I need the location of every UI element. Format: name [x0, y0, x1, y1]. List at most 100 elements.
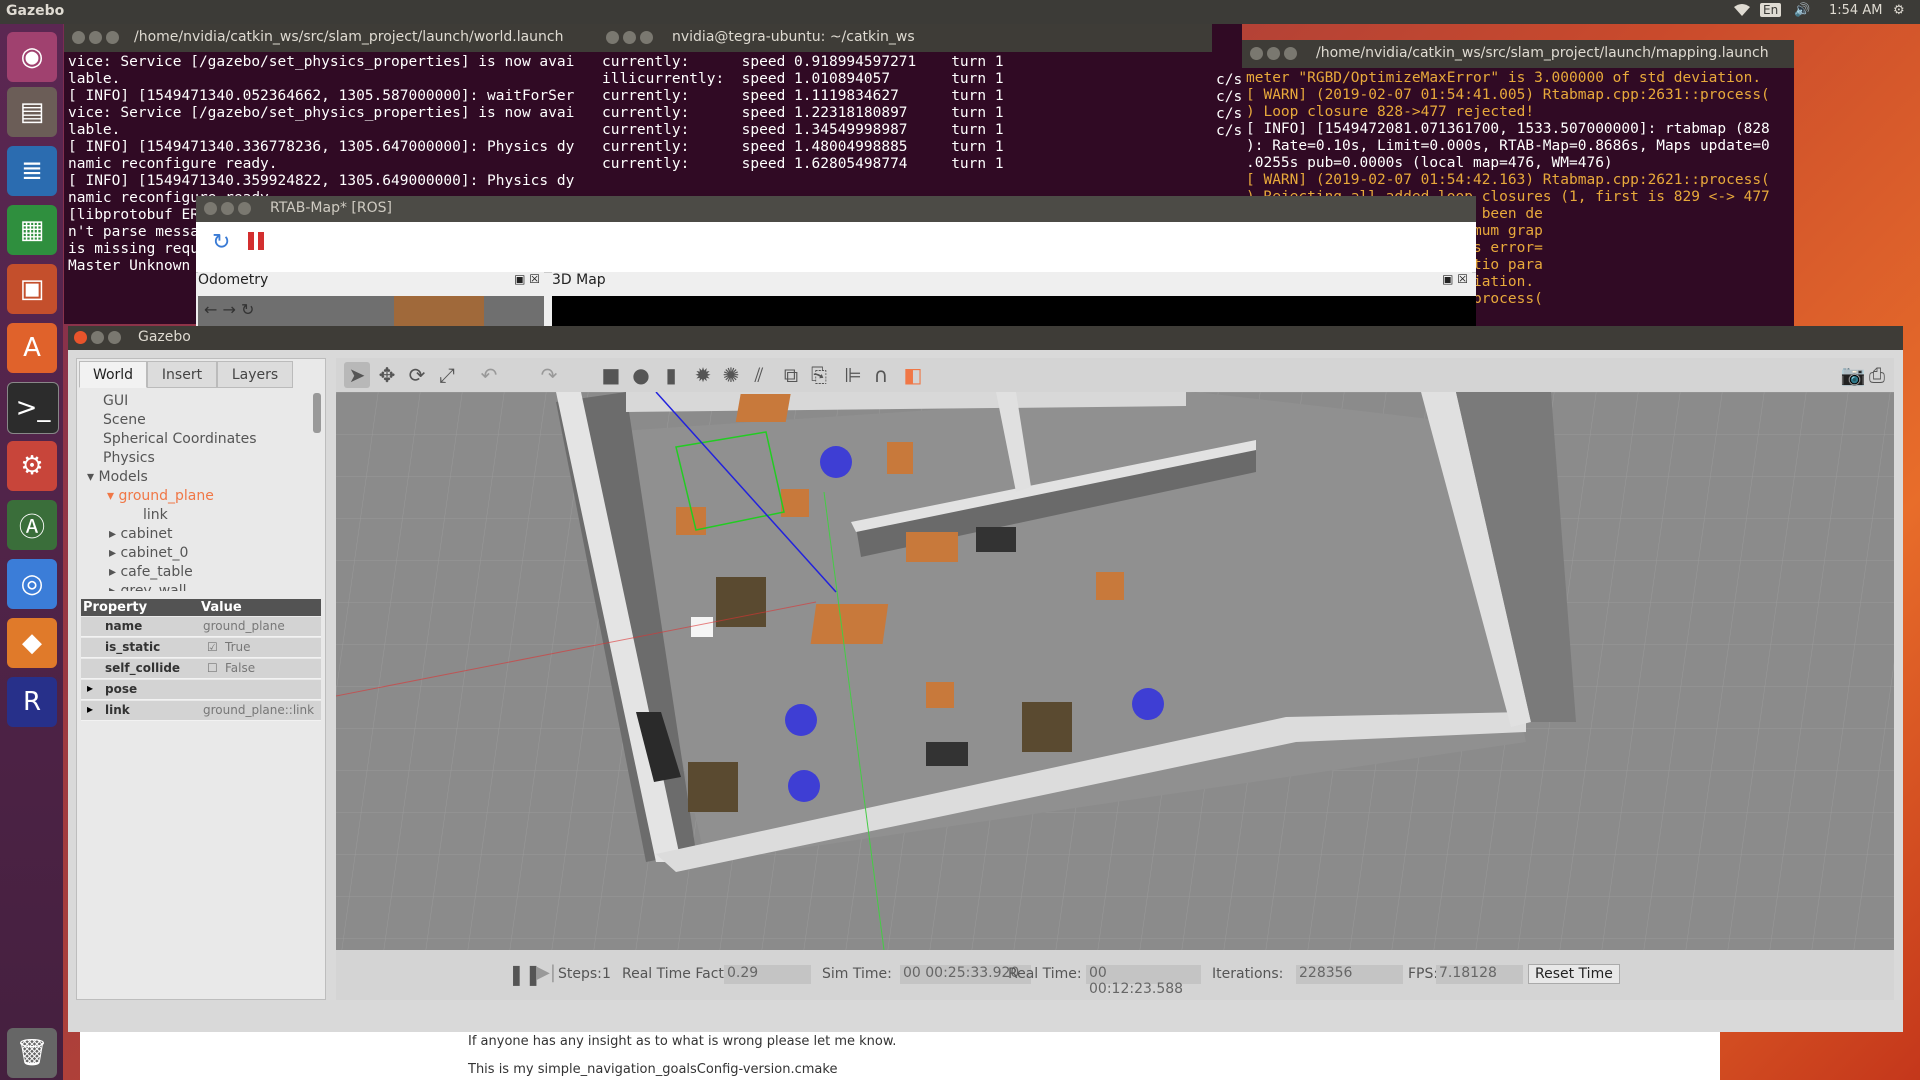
tree-item-link[interactable]: link: [143, 507, 168, 523]
select-mode-icon[interactable]: ➤: [344, 362, 370, 388]
terminal-titlebar[interactable]: /home/nvidia/catkin_ws/src/slam_project/…: [1242, 40, 1794, 68]
gazebo-titlebar[interactable]: Gazebo: [68, 326, 1903, 350]
tree-item-spherical-coordinates[interactable]: Spherical Coordinates: [103, 431, 257, 447]
top-panel: Gazebo En 🔊 1:54 AM ⚙: [0, 0, 1920, 24]
terminal-output: currently: speed 0.918994597271 turn 1 il…: [598, 52, 1238, 175]
terminal-line: currently: speed 1.22318180897 turn 1: [602, 105, 1004, 121]
tree-scrollbar[interactable]: [313, 393, 321, 433]
world-panel: World Insert Layers GUI Scene Spherical …: [76, 358, 326, 1000]
calc-icon[interactable]: ▦: [7, 205, 57, 255]
expand-arrow-icon: ▸: [87, 681, 94, 695]
change-view-icon[interactable]: ◧: [900, 362, 926, 388]
tree-item-grey-wall[interactable]: ▸ grey_wall: [109, 583, 187, 591]
window-controls[interactable]: [204, 202, 255, 219]
rtabmap-window[interactable]: RTAB-Map* [ROS] ↻ Odometry ▣ ☒ 3D Map ▣ …: [196, 196, 1476, 326]
gear-icon[interactable]: ⚙: [1893, 3, 1905, 18]
pause-icon[interactable]: [248, 232, 254, 250]
tree-item-physics[interactable]: Physics: [103, 450, 155, 466]
redo-icon[interactable]: ↷: [536, 362, 562, 388]
3d-scene-view[interactable]: [336, 392, 1894, 950]
box-shape-icon[interactable]: ■: [598, 362, 624, 388]
software-icon[interactable]: A: [7, 323, 57, 373]
scale-mode-icon[interactable]: ⤢: [434, 362, 460, 388]
settings-icon[interactable]: ⚙: [7, 441, 57, 491]
terminal-line: [ INFO] [1549472081.071361700, 1533.5070…: [1246, 121, 1770, 137]
checkbox-unchecked[interactable]: ☐: [207, 661, 218, 675]
prop-row-link[interactable]: ▸ link ground_plane::link: [81, 701, 321, 721]
translate-mode-icon[interactable]: ✥: [374, 362, 400, 388]
tree-item-ground-plane[interactable]: ▾ ground_plane: [107, 488, 214, 504]
gazebo-window[interactable]: Gazebo World Insert Layers GUI Scene Sph…: [68, 326, 1903, 1032]
terminal-line-fragment: c/s: [1216, 106, 1242, 122]
prop-row-name[interactable]: name ground_plane: [81, 617, 321, 637]
tree-item-gui[interactable]: GUI: [103, 393, 128, 409]
clock[interactable]: 1:54 AM: [1829, 3, 1882, 18]
paste-icon[interactable]: ⎘: [806, 362, 832, 388]
window-controls[interactable]: [72, 31, 123, 49]
terminal-titlebar[interactable]: nvidia@tegra-ubuntu: ~/catkin_ws: [598, 24, 1238, 52]
spot-light-icon[interactable]: ✺: [718, 362, 744, 388]
tree-item-cafe-table[interactable]: ▸ cafe_table: [109, 564, 193, 580]
tree-item-cabinet[interactable]: ▸ cabinet: [109, 526, 173, 542]
browser-nav-icons[interactable]: ← → ↻: [204, 300, 254, 319]
map-dock-header[interactable]: 3D Map ▣ ☒: [552, 272, 1472, 294]
tab-insert[interactable]: Insert: [147, 361, 217, 388]
terminal-icon[interactable]: >_: [7, 382, 59, 434]
keyboard-layout-indicator[interactable]: En: [1760, 3, 1782, 17]
screenshot-icon[interactable]: 📷: [1840, 362, 1866, 388]
directional-light-icon[interactable]: ⫽: [746, 362, 772, 388]
ubuntu-icon[interactable]: ◉: [7, 32, 57, 82]
volume-icon[interactable]: 🔊: [1794, 3, 1810, 18]
scene-render: [336, 392, 1894, 950]
tab-layers[interactable]: Layers: [217, 361, 293, 388]
steps-spinbox[interactable]: 1: [602, 966, 611, 982]
terminal-line: [ WARN] (2019-02-07 01:54:42.163) Rtabma…: [1246, 172, 1770, 188]
log-icon[interactable]: ⎙: [1864, 362, 1890, 388]
prop-row-pose[interactable]: ▸ pose: [81, 680, 321, 700]
3d-map-view[interactable]: [552, 296, 1476, 326]
rotate-mode-icon[interactable]: ⟳: [404, 362, 430, 388]
updater-icon[interactable]: Ⓐ: [7, 500, 57, 550]
dock-float-close-icon[interactable]: ▣ ☒: [514, 272, 540, 286]
wifi-icon[interactable]: [1733, 3, 1751, 21]
tab-world[interactable]: World: [79, 361, 147, 388]
terminal-line: currently: speed 1.34549998987 turn 1: [602, 122, 1004, 138]
terminal-line: .0255s pub=0.0000s (local map=476, WM=47…: [1246, 155, 1613, 171]
window-controls[interactable]: [1250, 47, 1301, 65]
terminal-line: [ INFO] [1549471340.336778236, 1305.6470…: [68, 139, 575, 155]
odometry-dock-title: Odometry: [198, 272, 269, 288]
terminal-line: [ INFO] [1549471340.052364662, 1305.5870…: [68, 88, 575, 104]
undo-icon[interactable]: ↶: [476, 362, 502, 388]
checkbox-checked[interactable]: ☑: [207, 640, 218, 654]
rtabmap-titlebar[interactable]: RTAB-Map* [ROS]: [196, 196, 1476, 222]
snap-icon[interactable]: ∩: [868, 362, 894, 388]
sphere-shape-icon[interactable]: ●: [628, 362, 654, 388]
window-controls[interactable]: [606, 31, 657, 49]
reset-time-button[interactable]: Reset Time: [1528, 964, 1620, 984]
forum-text-line: This is my simple_navigation_goalsConfig…: [468, 1062, 838, 1077]
refresh-icon[interactable]: ↻: [212, 230, 230, 255]
copy-icon[interactable]: ⧉: [778, 362, 804, 388]
prop-row-self-collide[interactable]: self_collide ☐ False: [81, 659, 321, 679]
cylinder-shape-icon[interactable]: ▮: [658, 362, 684, 388]
files-icon[interactable]: ▤: [7, 87, 57, 137]
tree-item-cabinet-0[interactable]: ▸ cabinet_0: [109, 545, 188, 561]
terminal-titlebar[interactable]: /home/nvidia/catkin_ws/src/slam_project/…: [64, 24, 598, 52]
step-icon[interactable]: ▶|: [536, 962, 556, 983]
writer-icon[interactable]: ≣: [7, 146, 57, 196]
prop-row-is-static[interactable]: is_static ☑ True: [81, 638, 321, 658]
window-controls[interactable]: [74, 331, 125, 348]
terminal-line-fragment: c/s: [1216, 89, 1242, 105]
impress-icon[interactable]: ▣: [7, 264, 57, 314]
trash-icon[interactable]: 🗑: [7, 1028, 57, 1078]
chromium-icon[interactable]: ◎: [7, 559, 57, 609]
tree-item-models[interactable]: ▾ Models: [87, 469, 148, 485]
odometry-dock-header[interactable]: Odometry ▣ ☒: [198, 272, 544, 294]
gazebo-icon[interactable]: ◆: [7, 618, 57, 668]
tree-item-scene[interactable]: Scene: [103, 412, 146, 428]
align-icon[interactable]: ⊫: [840, 362, 866, 388]
point-light-icon[interactable]: ✹: [690, 362, 716, 388]
terminal-line: meter "RGBD/OptimizeMaxError" is 3.00000…: [1246, 70, 1762, 86]
dock-float-close-icon[interactable]: ▣ ☒: [1442, 272, 1468, 286]
rviz-icon[interactable]: R: [7, 677, 57, 727]
